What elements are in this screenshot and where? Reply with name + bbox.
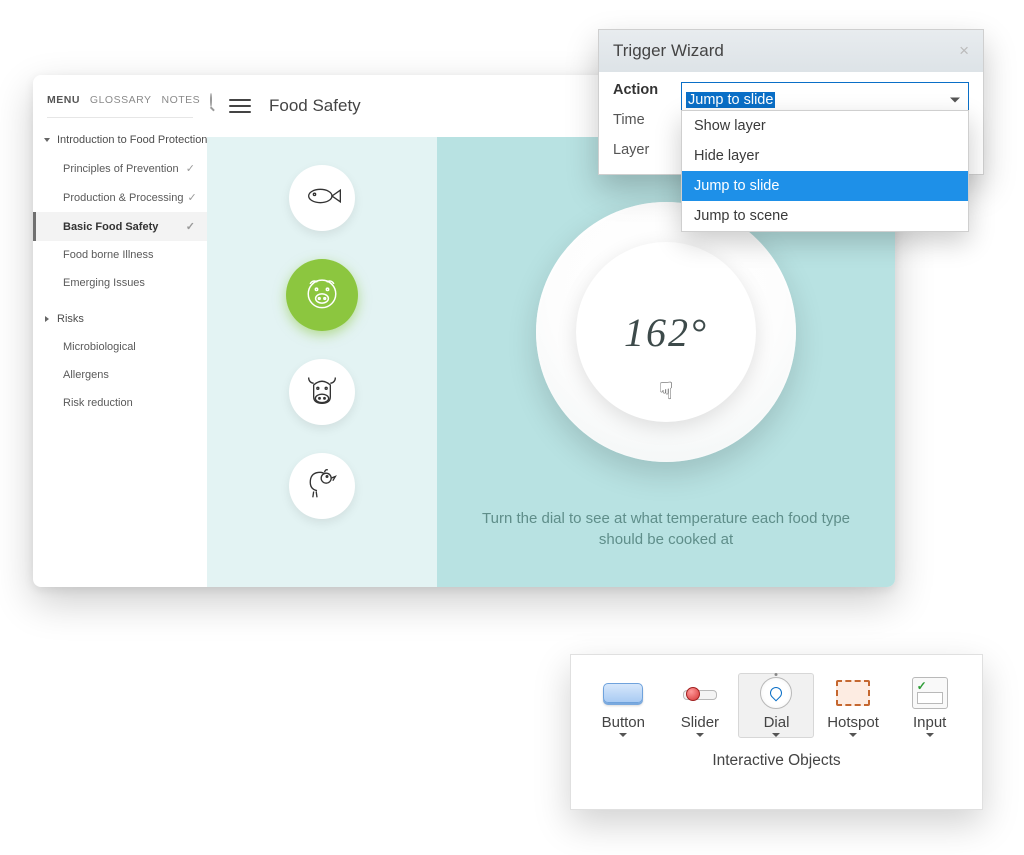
ribbon-caption: Interactive Objects: [585, 752, 968, 770]
dial-outer: 162° ☟: [536, 202, 796, 462]
nav-item-production[interactable]: Production & Processing ✓: [33, 183, 207, 212]
checkmark-icon: ✓: [187, 191, 196, 204]
ribbon-hotspot[interactable]: Hotspot: [815, 673, 891, 738]
wizard-label-layer: Layer: [613, 142, 665, 158]
nav-item-label: Production & Processing: [63, 192, 183, 204]
ribbon-slider[interactable]: Slider: [662, 673, 738, 738]
ribbon-input[interactable]: Input: [892, 673, 968, 738]
nav-item-label: Food borne Illness: [63, 249, 154, 261]
nav-item-principles[interactable]: Principles of Prevention ✓: [33, 154, 207, 183]
option-chicken[interactable]: [289, 453, 355, 519]
nav-item-foodborne[interactable]: Food borne Illness: [33, 241, 207, 269]
fish-icon: [302, 176, 342, 221]
action-dropdown: Show layer Hide layer Jump to slide Jump…: [681, 110, 969, 232]
stage-option-column: [207, 137, 437, 587]
wizard-label-action: Action: [613, 82, 665, 98]
dial-value: 162°: [624, 309, 708, 356]
option-fish[interactable]: [289, 165, 355, 231]
nav-item-label: Allergens: [63, 369, 109, 381]
nav-item-basic-food-safety[interactable]: Basic Food Safety ✓: [33, 212, 207, 241]
chevron-down-icon: [926, 733, 934, 737]
slider-icon: [680, 686, 720, 700]
nav-item-risk-reduction[interactable]: Risk reduction: [33, 389, 207, 417]
ribbon-slider-label: Slider: [681, 714, 719, 731]
tab-menu[interactable]: MENU: [47, 94, 80, 106]
action-option-jump-slide[interactable]: Jump to slide: [682, 171, 968, 201]
wizard-title: Trigger Wizard: [613, 41, 724, 61]
chevron-down-icon: [619, 733, 627, 737]
option-cow[interactable]: [289, 359, 355, 425]
nav-item-label: Microbiological: [63, 341, 136, 353]
nav-item-label: Risk reduction: [63, 397, 133, 409]
chicken-icon: [302, 464, 342, 509]
action-option-show-layer[interactable]: Show layer: [682, 111, 968, 141]
checkmark-icon: ✓: [186, 162, 195, 175]
close-icon[interactable]: ×: [959, 41, 969, 61]
wizard-title-bar: Trigger Wizard ×: [599, 30, 983, 72]
nav-section-intro[interactable]: Introduction to Food Protection: [33, 126, 207, 154]
ribbon-dial-label: Dial: [764, 714, 790, 731]
chevron-down-icon: [849, 733, 857, 737]
hotspot-icon: [836, 680, 870, 706]
nav-item-micro[interactable]: Microbiological: [33, 333, 207, 361]
hamburger-icon[interactable]: [229, 99, 251, 114]
wizard-label-time: Time: [613, 112, 665, 128]
nav-item-label: Basic Food Safety: [63, 221, 158, 233]
option-pig[interactable]: [286, 259, 358, 331]
dial-caption: Turn the dial to see at what temperature…: [437, 508, 895, 552]
button-icon: [603, 683, 643, 703]
hand-cursor-icon: ☟: [659, 377, 674, 406]
trigger-wizard: Trigger Wizard × Action Time Layer Jump …: [598, 29, 984, 175]
tab-notes[interactable]: NOTES: [162, 94, 201, 106]
nav-item-label: Emerging Issues: [63, 277, 145, 289]
nav-item-label: Principles of Prevention: [63, 163, 179, 175]
ribbon-hotspot-label: Hotspot: [827, 714, 879, 731]
checkmark-icon: ✓: [186, 220, 195, 233]
dial-icon: [760, 677, 792, 709]
cow-icon: [302, 370, 342, 415]
nav-item-allergens[interactable]: Allergens: [33, 361, 207, 389]
action-option-jump-scene[interactable]: Jump to scene: [682, 201, 968, 231]
ribbon-dial[interactable]: Dial: [738, 673, 814, 738]
input-icon: [912, 677, 948, 709]
chevron-down-icon: [696, 733, 704, 737]
ribbon-input-label: Input: [913, 714, 946, 731]
ribbon-button-label: Button: [602, 714, 645, 731]
chevron-down-icon: [950, 98, 960, 103]
chevron-down-icon: [772, 733, 780, 737]
ribbon-button[interactable]: Button: [585, 673, 661, 738]
page-title: Food Safety: [269, 96, 361, 116]
nav-section-risks[interactable]: Risks: [33, 305, 207, 333]
interactive-objects-ribbon: Button Slider Dial Hotspot Input Interac…: [570, 654, 983, 810]
pig-icon: [300, 271, 344, 320]
action-select-value: Jump to slide: [686, 92, 775, 108]
dial-control[interactable]: 162° ☟: [576, 242, 756, 422]
course-sidebar: MENU GLOSSARY NOTES Introduction to Food…: [33, 75, 207, 587]
nav-item-emerging[interactable]: Emerging Issues: [33, 269, 207, 297]
tab-glossary[interactable]: GLOSSARY: [90, 94, 152, 106]
action-option-hide-layer[interactable]: Hide layer: [682, 141, 968, 171]
